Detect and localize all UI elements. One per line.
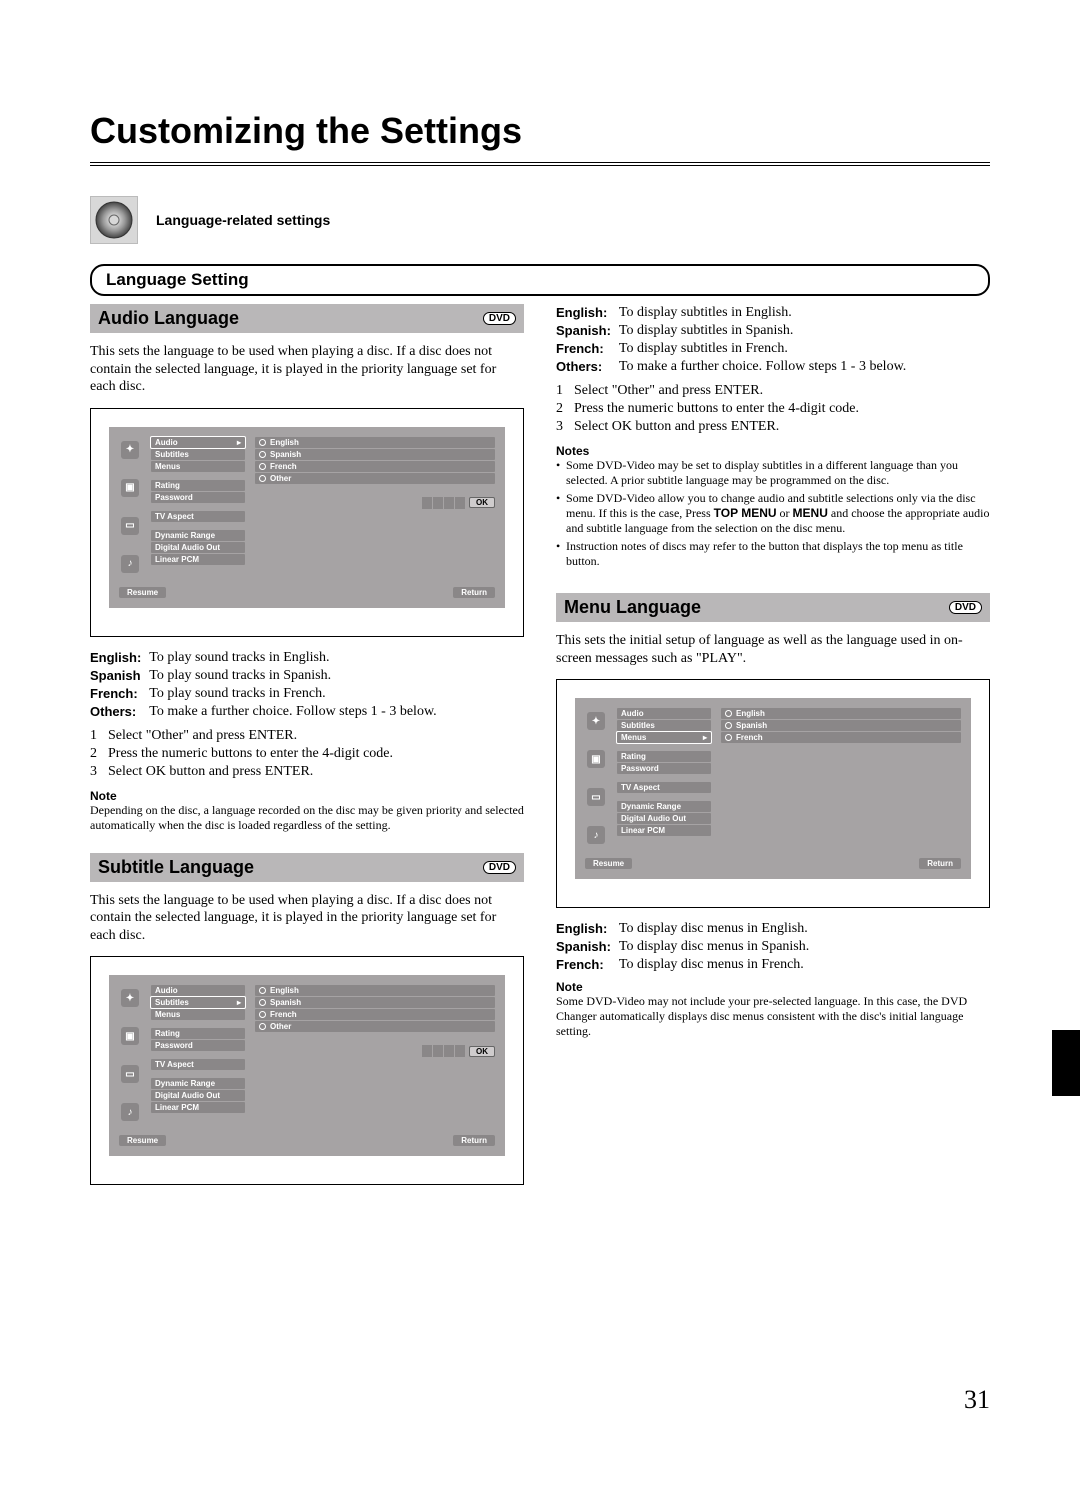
tab-header: Language Setting xyxy=(90,264,990,296)
osd-menu-item: Password xyxy=(151,1040,245,1051)
osd-menu-item: TV Aspect xyxy=(151,511,245,522)
osd-menu-item: Menus xyxy=(151,1009,245,1020)
osd-tab-icon: ✦ xyxy=(587,712,605,730)
osd-screenshot-subtitle: ✦ ▣ ▭ ♪ Audio Subtitles▸ Menus xyxy=(90,956,524,1185)
osd-tab-icon: ♪ xyxy=(121,555,139,573)
osd-tab-icon: ✦ xyxy=(121,441,139,459)
subtitle-notes: Some DVD-Video may be set to display sub… xyxy=(556,458,990,569)
osd-menu-item: TV Aspect xyxy=(617,782,711,793)
dvd-badge: DVD xyxy=(483,861,516,874)
osd-return-button: Return xyxy=(453,1135,495,1146)
subtitle-steps: 1Select "Other" and press ENTER. 2Press … xyxy=(556,382,990,436)
menu-desc: This sets the initial setup of language … xyxy=(556,632,990,667)
osd-resume-button: Resume xyxy=(585,858,632,869)
osd-tab-icon: ♪ xyxy=(587,826,605,844)
osd-menu-item: Password xyxy=(151,492,245,503)
osd-menu-item: Linear PCM xyxy=(151,554,245,565)
osd-menu-item: Subtitles xyxy=(617,720,711,731)
osd-menu-item: Linear PCM xyxy=(617,825,711,836)
osd-option: Spanish xyxy=(255,997,495,1008)
osd-ok-button: OK xyxy=(469,1046,495,1057)
osd-screenshot-audio: ✦ ▣ ▭ ♪ Audio▸ Subtitles Menus xyxy=(90,408,524,637)
menu-note: Some DVD-Video may not include your pre-… xyxy=(556,994,990,1039)
osd-return-button: Return xyxy=(919,858,961,869)
osd-tab-icon: ▭ xyxy=(587,788,605,806)
osd-menu-item: Audio▸ xyxy=(151,437,245,448)
note-heading: Note xyxy=(90,789,524,803)
subtitle-heading: Subtitle Language xyxy=(98,857,254,878)
osd-tab-icon: ▭ xyxy=(121,517,139,535)
notes-heading: Notes xyxy=(556,444,990,458)
osd-menu-item: Rating xyxy=(151,1028,245,1039)
osd-menu-item: Subtitles▸ xyxy=(151,997,245,1008)
osd-menu-item: Audio xyxy=(617,708,711,719)
side-tab-marker xyxy=(1052,1030,1080,1096)
osd-menu-item: Menus xyxy=(151,461,245,472)
osd-menu-item: Subtitles xyxy=(151,449,245,460)
audio-note: Depending on the disc, a language record… xyxy=(90,803,524,833)
osd-menu-item: Digital Audio Out xyxy=(151,542,245,553)
osd-option: French xyxy=(255,461,495,472)
page-number: 31 xyxy=(964,1385,990,1415)
disc-icon xyxy=(90,196,138,244)
osd-option: French xyxy=(255,1009,495,1020)
subtitle-definitions: English:To display subtitles in English.… xyxy=(556,304,910,376)
osd-menu-item: Menus▸ xyxy=(617,732,711,743)
osd-tab-icon: ▣ xyxy=(121,479,139,497)
osd-screenshot-menu: ✦ ▣ ▭ ♪ Audio Subtitles Menus▸ xyxy=(556,679,990,908)
right-column: English:To display subtitles in English.… xyxy=(556,304,990,1197)
osd-menu-item: Audio xyxy=(151,985,245,996)
audio-definitions: English:To play sound tracks in English.… xyxy=(90,649,441,721)
osd-resume-button: Resume xyxy=(119,1135,166,1146)
osd-menu-item: Rating xyxy=(151,480,245,491)
osd-menu-item: TV Aspect xyxy=(151,1059,245,1070)
menu-heading: Menu Language xyxy=(564,597,701,618)
osd-option: Other xyxy=(255,473,495,484)
osd-menu-item: Rating xyxy=(617,751,711,762)
osd-code-field xyxy=(422,497,465,509)
audio-desc: This sets the language to be used when p… xyxy=(90,343,524,396)
osd-menu-item: Digital Audio Out xyxy=(617,813,711,824)
osd-menu-item: Password xyxy=(617,763,711,774)
page-title: Customizing the Settings xyxy=(90,110,990,166)
osd-menu-item: Linear PCM xyxy=(151,1102,245,1113)
osd-resume-button: Resume xyxy=(119,587,166,598)
osd-option: Spanish xyxy=(255,449,495,460)
left-column: Audio Language DVD This sets the languag… xyxy=(90,304,524,1197)
osd-option: English xyxy=(255,985,495,996)
audio-heading: Audio Language xyxy=(98,308,239,329)
osd-tab-icon: ✦ xyxy=(121,989,139,1007)
menu-heading-bar: Menu Language DVD xyxy=(556,593,990,622)
intro-label: Language-related settings xyxy=(156,212,330,228)
osd-menu-item: Dynamic Range xyxy=(151,530,245,541)
intro-row: Language-related settings xyxy=(90,196,990,244)
note-heading: Note xyxy=(556,980,990,994)
osd-option: English xyxy=(721,708,961,719)
dvd-badge: DVD xyxy=(949,601,982,614)
osd-option: English xyxy=(255,437,495,448)
osd-menu-item: Dynamic Range xyxy=(151,1078,245,1089)
audio-heading-bar: Audio Language DVD xyxy=(90,304,524,333)
dvd-badge: DVD xyxy=(483,312,516,325)
osd-tab-icon: ♪ xyxy=(121,1103,139,1121)
osd-option: French xyxy=(721,732,961,743)
subtitle-desc: This sets the language to be used when p… xyxy=(90,892,524,945)
osd-option: Spanish xyxy=(721,720,961,731)
osd-menu-item: Dynamic Range xyxy=(617,801,711,812)
osd-menu-item: Digital Audio Out xyxy=(151,1090,245,1101)
osd-tab-icon: ▣ xyxy=(587,750,605,768)
osd-ok-button: OK xyxy=(469,497,495,508)
osd-option: Other xyxy=(255,1021,495,1032)
menu-definitions: English:To display disc menus in English… xyxy=(556,920,813,974)
osd-return-button: Return xyxy=(453,587,495,598)
audio-steps: 1Select "Other" and press ENTER. 2Press … xyxy=(90,727,524,781)
subtitle-heading-bar: Subtitle Language DVD xyxy=(90,853,524,882)
osd-code-field xyxy=(422,1045,465,1057)
osd-tab-icon: ▭ xyxy=(121,1065,139,1083)
osd-tab-icon: ▣ xyxy=(121,1027,139,1045)
